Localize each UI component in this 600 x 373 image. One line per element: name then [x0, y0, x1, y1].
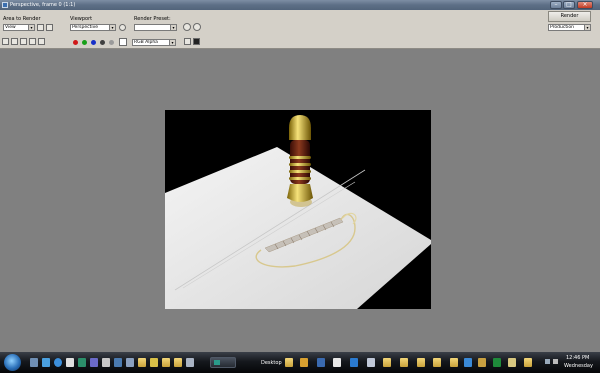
- title-bar: Perspective, frame 0 (1:1) – □ ×: [0, 0, 600, 10]
- environment-icon[interactable]: [193, 23, 201, 31]
- channel-value: RGB Alpha: [134, 40, 158, 45]
- red-channel-icon[interactable]: [73, 40, 78, 45]
- handle-base: [287, 184, 313, 202]
- folder-icon[interactable]: [383, 358, 391, 367]
- quicklaunch-icon[interactable]: [90, 358, 98, 367]
- network-tray-icon[interactable]: [545, 359, 550, 364]
- desktop-item-icon[interactable]: [333, 358, 341, 367]
- channel-dropdown[interactable]: RGB Alpha ▾: [132, 39, 176, 46]
- chevron-down-icon: ▾: [584, 25, 590, 30]
- quicklaunch-icon[interactable]: [150, 358, 158, 367]
- render-frame: [165, 110, 431, 309]
- area-to-render-value: View: [5, 25, 16, 30]
- folder-icon[interactable]: [433, 358, 441, 367]
- render-setup-icon[interactable]: [183, 23, 191, 31]
- desktop-item-icon[interactable]: [464, 358, 472, 367]
- render-preset-label: Render Preset:: [134, 16, 171, 22]
- lock-viewport-icon[interactable]: [119, 24, 126, 31]
- quicklaunch-icon[interactable]: [66, 358, 74, 367]
- desktop-item-icon[interactable]: [350, 358, 358, 367]
- quicklaunch-icon[interactable]: [30, 358, 38, 367]
- print-icon[interactable]: [29, 38, 36, 45]
- blue-channel-icon[interactable]: [91, 40, 96, 45]
- maximize-button[interactable]: □: [563, 1, 575, 9]
- green-channel-icon[interactable]: [82, 40, 87, 45]
- quicklaunch-icon[interactable]: [126, 358, 134, 367]
- desktop-item-icon[interactable]: [317, 358, 325, 367]
- folder-icon[interactable]: [138, 358, 146, 367]
- folder-icon[interactable]: [450, 358, 458, 367]
- quicklaunch-icon[interactable]: [114, 358, 122, 367]
- save-image-icon[interactable]: [2, 38, 9, 45]
- handle-cap: [289, 115, 311, 140]
- clone-window-icon[interactable]: [11, 38, 18, 45]
- monochrome-icon[interactable]: [109, 40, 114, 45]
- area-to-render-label: Area to Render: [3, 16, 41, 22]
- minimize-button[interactable]: –: [550, 1, 562, 9]
- close-button[interactable]: ×: [577, 1, 593, 9]
- render-toolbar: Area to Render View ▾ Viewport Perspecti…: [0, 10, 600, 37]
- app-icon: [2, 2, 8, 8]
- folder-icon[interactable]: [400, 358, 408, 367]
- taskbar-button-3dsmax[interactable]: [210, 357, 236, 368]
- rendered-scene: [165, 115, 431, 309]
- alpha-channel-icon[interactable]: [100, 40, 105, 45]
- 3dsmax-icon: [214, 360, 220, 365]
- area-to-render-dropdown[interactable]: View ▾: [3, 24, 35, 31]
- swatch-icon[interactable]: [119, 38, 127, 46]
- quicklaunch-icon[interactable]: [54, 358, 62, 367]
- chevron-down-icon: ▾: [169, 40, 175, 45]
- viewport-dropdown[interactable]: Perspective ▾: [70, 24, 116, 31]
- clear-icon[interactable]: [38, 38, 45, 45]
- chevron-down-icon: ▾: [109, 25, 115, 30]
- quicklaunch-icon[interactable]: [186, 358, 194, 367]
- folder-icon[interactable]: [524, 358, 532, 367]
- render-button[interactable]: Render: [548, 11, 591, 22]
- viewport-value: Perspective: [72, 25, 99, 30]
- copy-image-icon[interactable]: [20, 38, 27, 45]
- chevron-down-icon: ▾: [170, 25, 176, 30]
- folder-icon[interactable]: [174, 358, 182, 367]
- start-button[interactable]: [4, 354, 21, 371]
- clock-day: Wednesday: [564, 363, 593, 369]
- auto-region-icon[interactable]: [46, 24, 53, 31]
- taskbar: Desktop 12:46 PM Wednesday: [0, 352, 600, 373]
- viewport-label: Viewport: [70, 16, 93, 22]
- excel-icon[interactable]: [493, 358, 501, 367]
- desktop-item-icon[interactable]: [508, 358, 516, 367]
- chevron-down-icon: ▾: [28, 25, 34, 30]
- quicklaunch-icon[interactable]: [78, 358, 86, 367]
- quicklaunch-icon[interactable]: [42, 358, 50, 367]
- folder-icon[interactable]: [285, 358, 293, 367]
- folder-icon[interactable]: [417, 358, 425, 367]
- folder-icon[interactable]: [162, 358, 170, 367]
- desktop-item-icon[interactable]: [300, 358, 308, 367]
- window-title: Perspective, frame 0 (1:1): [10, 2, 76, 8]
- recycle-bin-icon[interactable]: [367, 358, 375, 367]
- volume-tray-icon[interactable]: [553, 359, 558, 364]
- channel-toolbar: RGB Alpha ▾: [0, 36, 600, 49]
- render-preset-dropdown[interactable]: ▾: [134, 24, 177, 31]
- render-mode-value: Production: [550, 25, 574, 30]
- display-alpha-icon[interactable]: [193, 38, 200, 45]
- quicklaunch-icon[interactable]: [102, 358, 110, 367]
- edit-region-icon[interactable]: [37, 24, 44, 31]
- desktop-toolbar-label[interactable]: Desktop: [261, 360, 282, 366]
- clock-time[interactable]: 12:46 PM: [566, 355, 589, 361]
- render-mode-dropdown[interactable]: Production ▾: [548, 24, 591, 31]
- desktop-item-icon[interactable]: [478, 358, 486, 367]
- toggle-ui-overlay-icon[interactable]: [184, 38, 191, 45]
